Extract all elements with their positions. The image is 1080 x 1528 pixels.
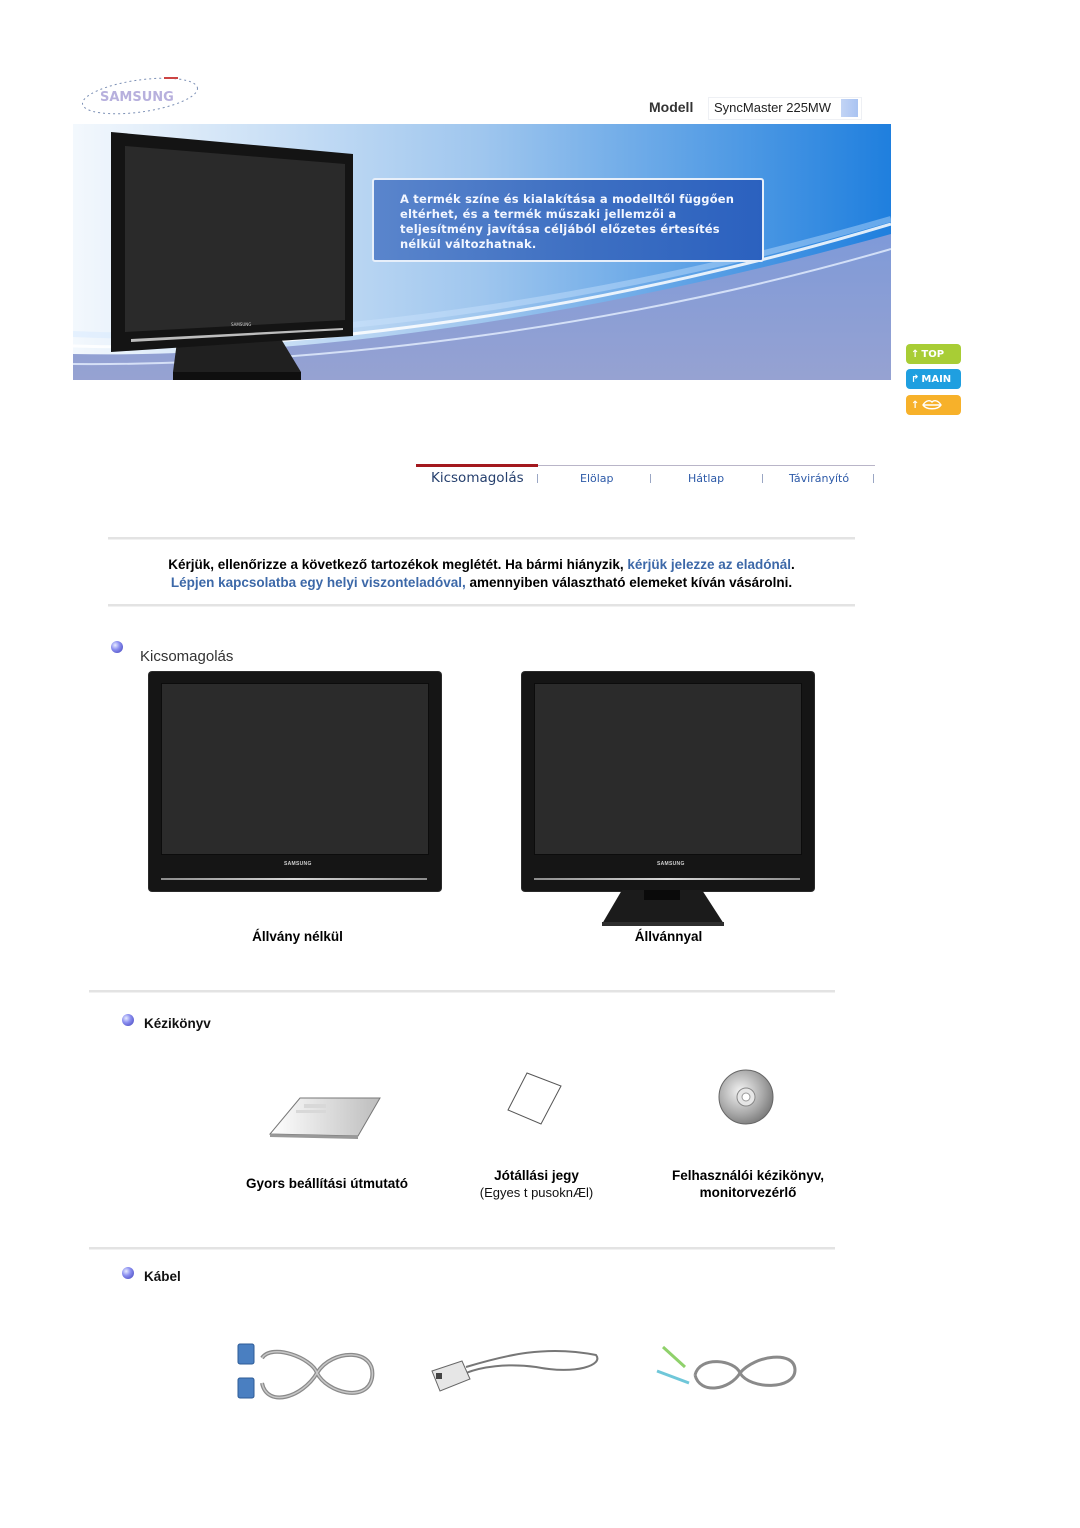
divider xyxy=(89,1247,835,1250)
monitor-with-stand-image: SAMSUNG xyxy=(522,672,814,891)
tab-active-indicator xyxy=(416,464,538,467)
tab-back[interactable]: Hátlap xyxy=(688,472,724,485)
tab-separator xyxy=(537,474,538,483)
hero-banner: SAMSUNG A termék színe és kialakítása a … xyxy=(73,124,891,380)
contact-reseller-link[interactable]: Lépjen kapcsolatba egy helyi viszontelad… xyxy=(171,575,466,590)
d-sub-cable-image xyxy=(237,1343,375,1400)
arrow-up-icon: ↑ xyxy=(911,399,920,411)
svg-text:SAMSUNG: SAMSUNG xyxy=(231,322,251,327)
monitor-screen xyxy=(161,683,429,855)
main-button[interactable]: ↱ MAIN xyxy=(906,369,961,389)
tab-separator xyxy=(873,474,874,483)
monitor-illustration: SAMSUNG xyxy=(111,132,353,380)
monitor-without-stand-image: SAMSUNG xyxy=(149,672,441,891)
tab-separator xyxy=(650,474,651,483)
arrow-turn-up-icon: ↱ xyxy=(911,373,920,385)
divider xyxy=(108,604,855,607)
arrow-up-icon: ↑ xyxy=(911,348,920,360)
back-button[interactable]: ↑ xyxy=(906,395,961,415)
brand-label: SAMSUNG xyxy=(657,861,685,867)
brand-label: SAMSUNG xyxy=(284,861,312,867)
samsung-logo: SAMSUNG xyxy=(82,77,198,115)
monitor-strip xyxy=(534,878,800,880)
divider xyxy=(89,990,835,993)
caption-without-stand: Állvány nélkül xyxy=(252,929,343,944)
caption-quick-setup-guide: Gyors beállítási útmutató xyxy=(245,1176,409,1191)
warranty-card-image xyxy=(507,1072,562,1125)
caption-user-manual: Felhasználói kézikönyv, xyxy=(671,1168,825,1183)
notice-text: A termék színe és kialakítása a modelltő… xyxy=(400,192,735,251)
logo-text: SAMSUNG xyxy=(100,90,174,105)
notice-box: A termék színe és kialakítása a modelltő… xyxy=(372,178,764,262)
bullet-icon xyxy=(122,1014,134,1026)
top-button[interactable]: ↑ TOP xyxy=(906,344,961,364)
model-value: SyncMaster 225MW xyxy=(714,100,832,115)
intro-period: . xyxy=(790,557,795,572)
section-title-manual: Kézikönyv xyxy=(144,1016,211,1031)
lips-icon xyxy=(922,400,943,410)
tab-remote[interactable]: Távirányító xyxy=(789,472,849,485)
bullet-icon xyxy=(111,641,123,653)
tab-unpacking[interactable]: Kicsomagolás xyxy=(431,470,524,486)
model-label: Modell xyxy=(649,99,694,115)
section-title-unpacking: Kicsomagolás xyxy=(140,648,234,665)
monitor-screen xyxy=(534,683,802,855)
monitor-strip xyxy=(161,878,427,880)
bullet-icon xyxy=(122,1267,134,1279)
caption-warranty-card: Jótállási jegy xyxy=(494,1168,579,1183)
power-cord-image xyxy=(431,1349,599,1392)
caption-monitor-driver: monitorvezérlő xyxy=(699,1185,797,1200)
caption-with-stand: Állvánnyal xyxy=(634,929,703,944)
contact-dealer-link[interactable]: kérjük jelezze az eladónál xyxy=(627,557,791,572)
monitor-stand xyxy=(602,890,724,926)
model-dropdown-button[interactable] xyxy=(841,99,858,117)
tab-separator xyxy=(762,474,763,483)
intro-text: Kérjük, ellenőrizze a következő tartozék… xyxy=(108,556,855,592)
audio-cable-image xyxy=(656,1345,797,1390)
top-label: TOP xyxy=(921,348,945,360)
divider xyxy=(108,537,855,540)
intro-line1: Kérjük, ellenőrizze a következő tartozék… xyxy=(168,557,628,572)
quick-setup-guide-image xyxy=(268,1097,381,1139)
cd-rom-image xyxy=(718,1069,774,1125)
intro-line2: amennyiben választható elemeket kíván vá… xyxy=(465,575,793,590)
caption-warranty-note: (Egyes t pusoknÆl) xyxy=(479,1185,594,1200)
tab-front[interactable]: Elölap xyxy=(580,472,614,485)
section-title-cable: Kábel xyxy=(144,1269,181,1284)
main-label: MAIN xyxy=(921,373,952,385)
tab-bar: Kicsomagolás Elölap Hátlap Távirányító xyxy=(416,464,875,494)
